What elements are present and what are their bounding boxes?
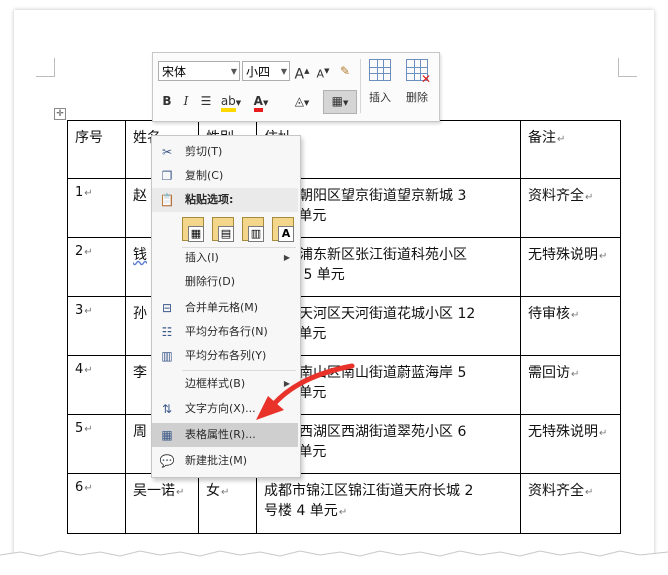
torn-edge [0,550,668,575]
annotation-arrow [256,363,355,420]
